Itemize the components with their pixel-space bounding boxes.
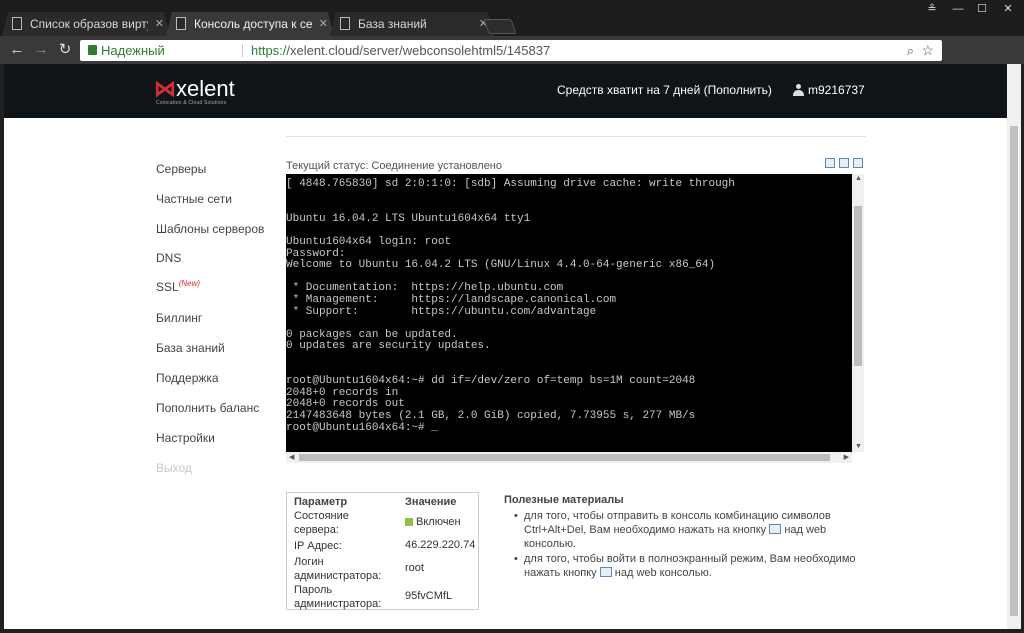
page-icon [340, 17, 350, 30]
param-ip-label: IP Адрес: [294, 540, 342, 552]
sidebar-item-support[interactable]: Поддержка [156, 371, 219, 385]
tab-strip: Список образов виртуа ✕ Консоль доступа … [0, 0, 1024, 36]
tab-server-images[interactable]: Список образов виртуа ✕ [2, 12, 170, 36]
console-line: * Support: https://ubuntu.com/advantage [286, 305, 597, 318]
scroll-left-icon[interactable]: ◀ [289, 454, 294, 462]
sidebar-item-servers[interactable]: Серверы [156, 162, 206, 176]
balance-link[interactable]: Средств хватит на 7 дней (Пополнить) [557, 83, 772, 97]
param-state-label: Состояние сервера: [294, 510, 349, 536]
scroll-thumb[interactable] [854, 206, 862, 366]
url-text: https://xelent.cloud/server/webconsoleht… [251, 43, 551, 58]
console-line: Ubuntu1604x64 login: root [286, 236, 452, 248]
sidebar-item-billing[interactable]: Биллинг [156, 311, 202, 325]
console-line: 0 packages can be updated. [286, 328, 458, 341]
sidebar-item-settings[interactable]: Настройки [156, 431, 215, 445]
minimize-button[interactable]: — [946, 0, 970, 18]
console-line: root@Ubuntu1604x64:~# dd if=/dev/zero of… [286, 375, 696, 388]
divider [286, 136, 866, 137]
close-console-icon[interactable] [853, 158, 863, 168]
useful-title: Полезные материалы [504, 494, 624, 506]
console-status: Текущий статус: Соединение установлено [286, 160, 502, 172]
param-password-label: Пароль администратора: [294, 584, 382, 610]
page-icon [12, 17, 22, 30]
console-horizontal-scrollbar[interactable]: ◀ ▶ [286, 452, 852, 463]
console-line: Ubuntu 16.04.2 LTS Ubuntu1604x64 tty1 [286, 212, 531, 225]
bookmark-star-icon[interactable]: ☆ [921, 40, 934, 61]
secure-label: Надежный [101, 43, 165, 58]
scroll-right-icon[interactable]: ▶ [844, 454, 849, 462]
sidebar-item-knowledge-base[interactable]: База знаний [156, 341, 225, 355]
reload-icon[interactable]: ↻ [56, 42, 74, 60]
xelent-logo[interactable]: ⋈xelent Colocation & Cloud Solutions [154, 76, 235, 106]
sidebar-item-logout[interactable]: Выход [156, 461, 192, 475]
close-window-button[interactable]: ✕ [996, 0, 1020, 18]
param-login-label: Логин администратора: [294, 556, 382, 582]
sidebar-item-private-networks[interactable]: Частные сети [156, 192, 232, 206]
param-state-value: Включен [405, 516, 461, 528]
browser-window: Список образов виртуа ✕ Консоль доступа … [0, 0, 1024, 633]
server-params-table: Параметр Значение Состояние сервера: Вкл… [286, 492, 479, 610]
console-line: root@Ubuntu1604x64:~# _ [286, 421, 438, 434]
address-toolbar: ← → ↻ Надежный https://xelent.cloud/serv… [0, 36, 1024, 94]
tip-ctrl-alt-del: для того, чтобы отправить в консоль комб… [514, 509, 864, 551]
page-scroll-thumb[interactable] [1010, 126, 1018, 616]
new-badge: (New) [178, 279, 201, 288]
console-line: Password: [286, 247, 346, 260]
param-ip-value: 46.229.220.74 [405, 539, 476, 551]
tip-fullscreen: для того, чтобы войти в полноэкранный ре… [514, 552, 864, 580]
user-icon [793, 84, 804, 96]
username[interactable]: m9216737 [808, 83, 865, 97]
tab-console[interactable]: Консоль доступа к серв ✕ [166, 12, 334, 36]
console-line: 2147483648 bytes (2.1 GB, 2.0 GiB) copie… [286, 410, 696, 422]
site-header: ⋈xelent Colocation & Cloud Solutions Сре… [4, 64, 1007, 118]
param-header: Параметр [294, 496, 348, 508]
value-header: Значение [405, 496, 457, 508]
web-page: ⋈xelent Colocation & Cloud Solutions Сре… [4, 64, 1007, 629]
sidebar-item-dns[interactable]: DNS [156, 251, 181, 265]
user-profile-icon[interactable]: ≗ [920, 0, 944, 18]
sidebar-item-top-up[interactable]: Пополнить баланс [156, 401, 259, 415]
status-dot [405, 518, 413, 526]
fullscreen-icon[interactable] [839, 158, 849, 168]
scroll-up-icon[interactable]: ▲ [855, 175, 862, 183]
new-tab-button[interactable] [483, 19, 517, 34]
scroll-thumb[interactable] [299, 454, 830, 461]
forward-arrow-icon[interactable]: → [32, 42, 50, 60]
sidebar-item-server-templates[interactable]: Шаблоны серверов [156, 222, 264, 236]
tab-knowledge-base[interactable]: База знаний ✕ [330, 12, 494, 36]
fullscreen-icon [599, 567, 612, 577]
console-line: 2048+0 records out [286, 398, 405, 411]
page-icon [176, 17, 186, 30]
zoom-icon[interactable]: ⌕ [907, 40, 914, 61]
ctrl-alt-del-icon[interactable] [825, 158, 835, 168]
close-tab-icon[interactable]: ✕ [319, 12, 328, 36]
scroll-down-icon[interactable]: ▼ [855, 443, 862, 451]
console-line: 2048+0 records in [286, 386, 399, 399]
back-arrow-icon[interactable]: ← [8, 42, 26, 60]
page-scrollbar[interactable] [1007, 64, 1021, 629]
ctrl-alt-del-icon [769, 524, 782, 534]
param-login-value: root [405, 562, 424, 574]
console-line: * Management: https://landscape.canonica… [286, 294, 617, 306]
console-line: [ 4848.765830] sd 2:0:1:0: [sdb] Assumin… [286, 178, 735, 190]
address-bar[interactable]: Надежный https://xelent.cloud/server/web… [80, 40, 942, 61]
lock-icon [88, 45, 97, 55]
console-line: 0 updates are security updates. [286, 340, 491, 353]
divider [242, 44, 243, 57]
console-line: Welcome to Ubuntu 16.04.2 LTS (GNU/Linux… [286, 259, 716, 272]
param-password-value: 95fvCMfL [405, 590, 453, 602]
sidebar-item-ssl[interactable]: SSL(New) [156, 279, 200, 294]
console-line: * Documentation: https://help.ubuntu.com [286, 282, 564, 295]
close-tab-icon[interactable]: ✕ [155, 12, 164, 36]
web-console[interactable]: [ 4848.765830] sd 2:0:1:0: [sdb] Assumin… [286, 174, 852, 452]
maximize-button[interactable]: ☐ [970, 0, 994, 18]
console-vertical-scrollbar[interactable]: ▲ ▼ [852, 174, 864, 452]
